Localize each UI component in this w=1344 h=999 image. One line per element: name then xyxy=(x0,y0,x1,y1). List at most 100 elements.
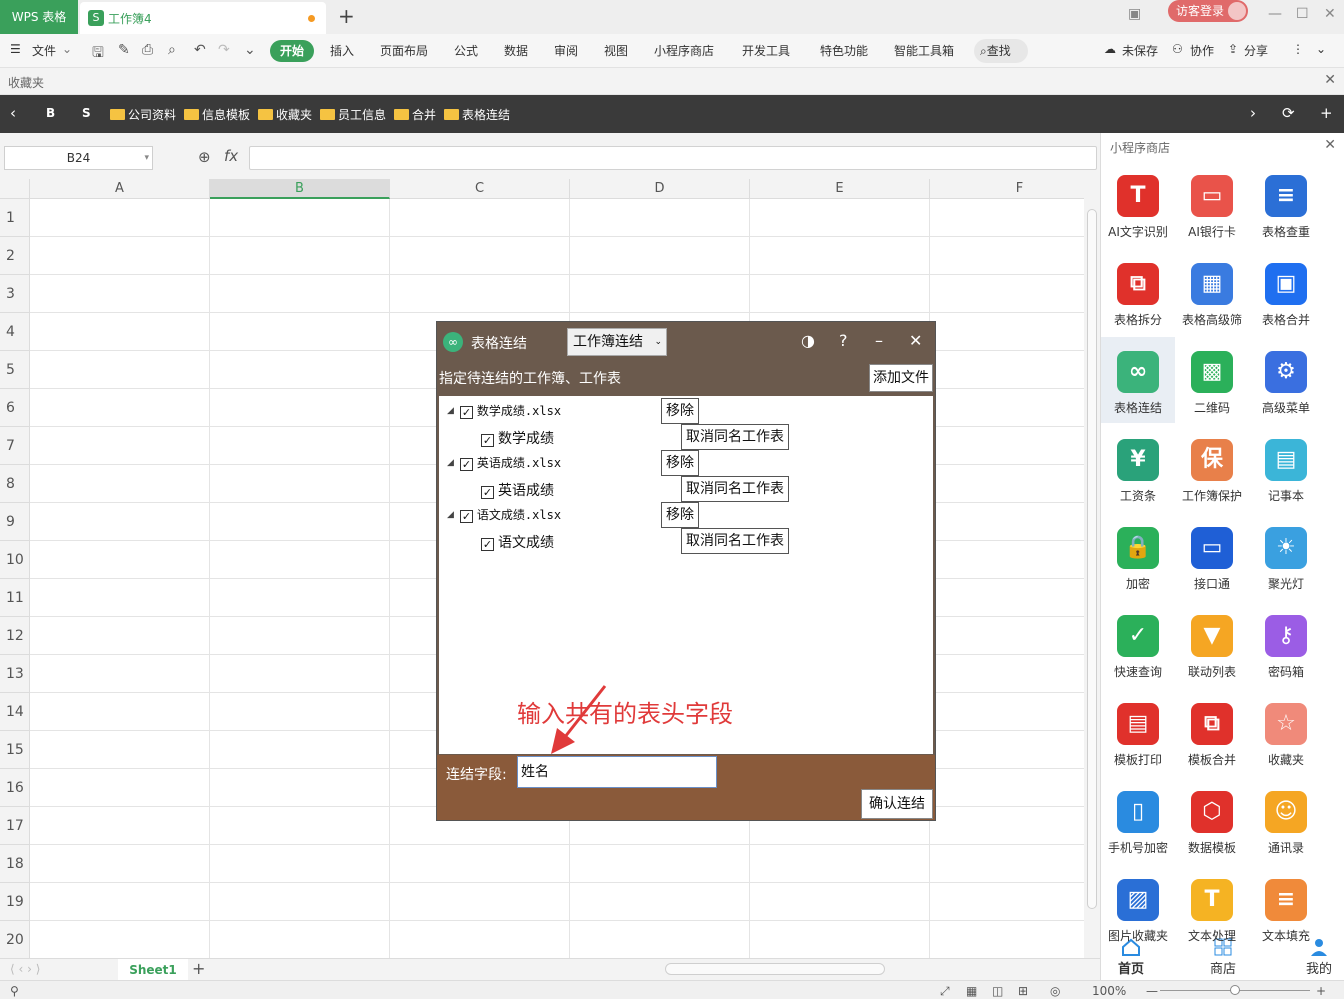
maximize-icon[interactable]: ☐ xyxy=(1296,6,1309,22)
bookmark-folder[interactable]: 员工信息 xyxy=(320,106,386,123)
bookmark-folder[interactable]: 信息模板 xyxy=(184,106,250,123)
mini-app-item[interactable]: ▯ 手机号加密 xyxy=(1101,777,1175,863)
column-header[interactable]: F xyxy=(930,179,1084,199)
remove-button[interactable]: 移除 xyxy=(661,450,699,476)
cancel-same-sheet-button[interactable]: 取消同名工作表 xyxy=(681,424,789,450)
row-header[interactable]: 5 xyxy=(0,351,30,389)
mini-app-item[interactable]: ✓ 快速查询 xyxy=(1101,601,1175,687)
tree-item-sheet[interactable]: ✓ 英语成绩 xyxy=(481,480,554,500)
mini-app-item[interactable]: ☆ 收藏夹 xyxy=(1249,689,1323,775)
bookmark-folder[interactable]: 公司资料 xyxy=(110,106,176,123)
cancel-same-sheet-button[interactable]: 取消同名工作表 xyxy=(681,476,789,502)
row-header[interactable]: 15 xyxy=(0,731,30,769)
column-header[interactable]: C xyxy=(390,179,570,199)
row-header[interactable]: 16 xyxy=(0,769,30,807)
undo-icon[interactable]: ↶ xyxy=(194,42,206,58)
column-header[interactable]: E xyxy=(750,179,930,199)
tab-insert[interactable]: 插入 xyxy=(330,42,354,59)
search-button[interactable]: ⌕查找 xyxy=(974,39,1028,63)
name-box[interactable]: B24 ▾ xyxy=(4,146,153,170)
column-header[interactable]: A xyxy=(30,179,210,199)
checkbox[interactable]: ✓ xyxy=(459,406,473,419)
mini-app-item[interactable]: 🔒 加密 xyxy=(1101,513,1175,599)
tab-formula[interactable]: 公式 xyxy=(454,42,478,59)
mini-app-item[interactable]: ⧉ 模板合并 xyxy=(1175,689,1249,775)
add-bookmark-icon[interactable]: + xyxy=(1320,104,1333,122)
expand-triangle-icon[interactable]: ◢ xyxy=(447,510,454,520)
print-preview-icon[interactable]: ⌕ xyxy=(168,42,176,58)
zoom-out-icon[interactable]: — xyxy=(1146,984,1158,998)
file-menu[interactable]: 文件 xyxy=(32,42,56,59)
mini-app-item[interactable]: ⧉ 表格拆分 xyxy=(1101,249,1175,335)
mini-app-item[interactable]: ▨ 图片收藏夹 xyxy=(1101,865,1175,951)
tab-developer[interactable]: 开发工具 xyxy=(742,42,790,59)
horizontal-scrollbar[interactable] xyxy=(665,963,885,975)
row-header[interactable]: 13 xyxy=(0,655,30,693)
confirm-link-button[interactable]: 确认连结 xyxy=(861,789,933,819)
row-header[interactable]: 6 xyxy=(0,389,30,427)
zoom-in-icon[interactable]: + xyxy=(1316,984,1326,998)
close-window-icon[interactable]: ✕ xyxy=(1324,6,1336,22)
row-header[interactable]: 2 xyxy=(0,237,30,275)
mini-app-item[interactable]: ▦ 表格高级筛 xyxy=(1175,249,1249,335)
mini-app-item[interactable]: ▩ 二维码 xyxy=(1175,337,1249,423)
checkbox[interactable]: ✓ xyxy=(481,538,494,551)
refresh-icon[interactable]: ⟳ xyxy=(1282,104,1295,122)
row-header[interactable]: 11 xyxy=(0,579,30,617)
add-sheet-icon[interactable]: + xyxy=(192,959,205,978)
checkbox[interactable]: ✓ xyxy=(481,486,494,499)
mini-app-item[interactable]: T AI文字识别 xyxy=(1101,161,1175,247)
tab-page-layout[interactable]: 页面布局 xyxy=(380,42,428,59)
tab-view[interactable]: 视图 xyxy=(604,42,628,59)
mini-app-item[interactable]: ≡ 文本填充 xyxy=(1249,865,1323,951)
column-header[interactable]: D xyxy=(570,179,750,199)
checkbox[interactable]: ✓ xyxy=(459,458,473,471)
fx-icon[interactable]: fx xyxy=(224,147,238,165)
format-painter-icon[interactable]: ✎ xyxy=(118,42,130,58)
vertical-scrollbar[interactable] xyxy=(1084,179,1100,960)
mini-app-item[interactable]: ▤ 记事本 xyxy=(1249,425,1323,511)
print-icon[interactable]: ⎙ xyxy=(142,42,153,58)
menu-icon[interactable]: ☰ xyxy=(10,42,21,56)
bookmark-b[interactable]: B xyxy=(46,106,55,120)
bookmark-s[interactable]: S xyxy=(82,106,91,120)
page-break-icon[interactable]: ⊞ xyxy=(1018,984,1028,998)
expand-triangle-icon[interactable]: ◢ xyxy=(447,458,454,468)
chevron-down-icon[interactable]: ▾ xyxy=(144,147,149,169)
tab-data[interactable]: 数据 xyxy=(504,42,528,59)
window-layout-icon[interactable]: ▣ xyxy=(1128,6,1141,22)
row-header[interactable]: 18 xyxy=(0,845,30,883)
mini-app-item[interactable]: ⚙ 高级菜单 xyxy=(1249,337,1323,423)
mini-app-item[interactable]: T 文本处理 xyxy=(1175,865,1249,951)
mini-app-item[interactable]: ▤ 模板打印 xyxy=(1101,689,1175,775)
remove-button[interactable]: 移除 xyxy=(661,502,699,528)
chevron-right-icon[interactable]: › xyxy=(1250,104,1256,122)
collapse-ribbon-icon[interactable]: ⌄ xyxy=(1316,42,1326,56)
tab-mini-store[interactable]: 小程序商店 xyxy=(654,42,714,59)
row-header[interactable]: 8 xyxy=(0,465,30,503)
link-field-input[interactable]: 姓名 xyxy=(517,756,717,788)
row-header[interactable]: 12 xyxy=(0,617,30,655)
zoom-slider-handle[interactable] xyxy=(1230,985,1240,995)
expand-triangle-icon[interactable]: ◢ xyxy=(447,406,454,416)
remove-button[interactable]: 移除 xyxy=(661,398,699,424)
sheet-tab[interactable]: Sheet1 xyxy=(118,959,188,981)
row-header[interactable]: 1 xyxy=(0,199,30,237)
column-header[interactable]: B xyxy=(210,179,390,199)
formula-input[interactable] xyxy=(249,146,1097,170)
minimize-icon[interactable]: — xyxy=(1268,6,1282,22)
row-header[interactable]: 3 xyxy=(0,275,30,313)
checkbox[interactable]: ✓ xyxy=(459,510,473,523)
checkbox[interactable]: ✓ xyxy=(481,434,494,447)
mini-app-item[interactable]: ☀ 聚光灯 xyxy=(1249,513,1323,599)
minimize-icon[interactable]: – xyxy=(875,331,883,350)
close-icon[interactable]: ✕ xyxy=(1324,137,1336,153)
mini-app-item[interactable]: ▭ AI银行卡 xyxy=(1175,161,1249,247)
tree-item-sheet[interactable]: ✓ 数学成绩 xyxy=(481,428,554,448)
row-header[interactable]: 14 xyxy=(0,693,30,731)
select-all-corner[interactable] xyxy=(0,179,30,199)
eye-care-icon[interactable]: ◎ xyxy=(1050,984,1060,998)
close-icon[interactable]: ✕ xyxy=(1324,72,1336,88)
mini-app-item[interactable]: ⬡ 数据模板 xyxy=(1175,777,1249,863)
sheet-nav-icon[interactable]: ⟨ ‹ › ⟩ xyxy=(10,962,40,976)
